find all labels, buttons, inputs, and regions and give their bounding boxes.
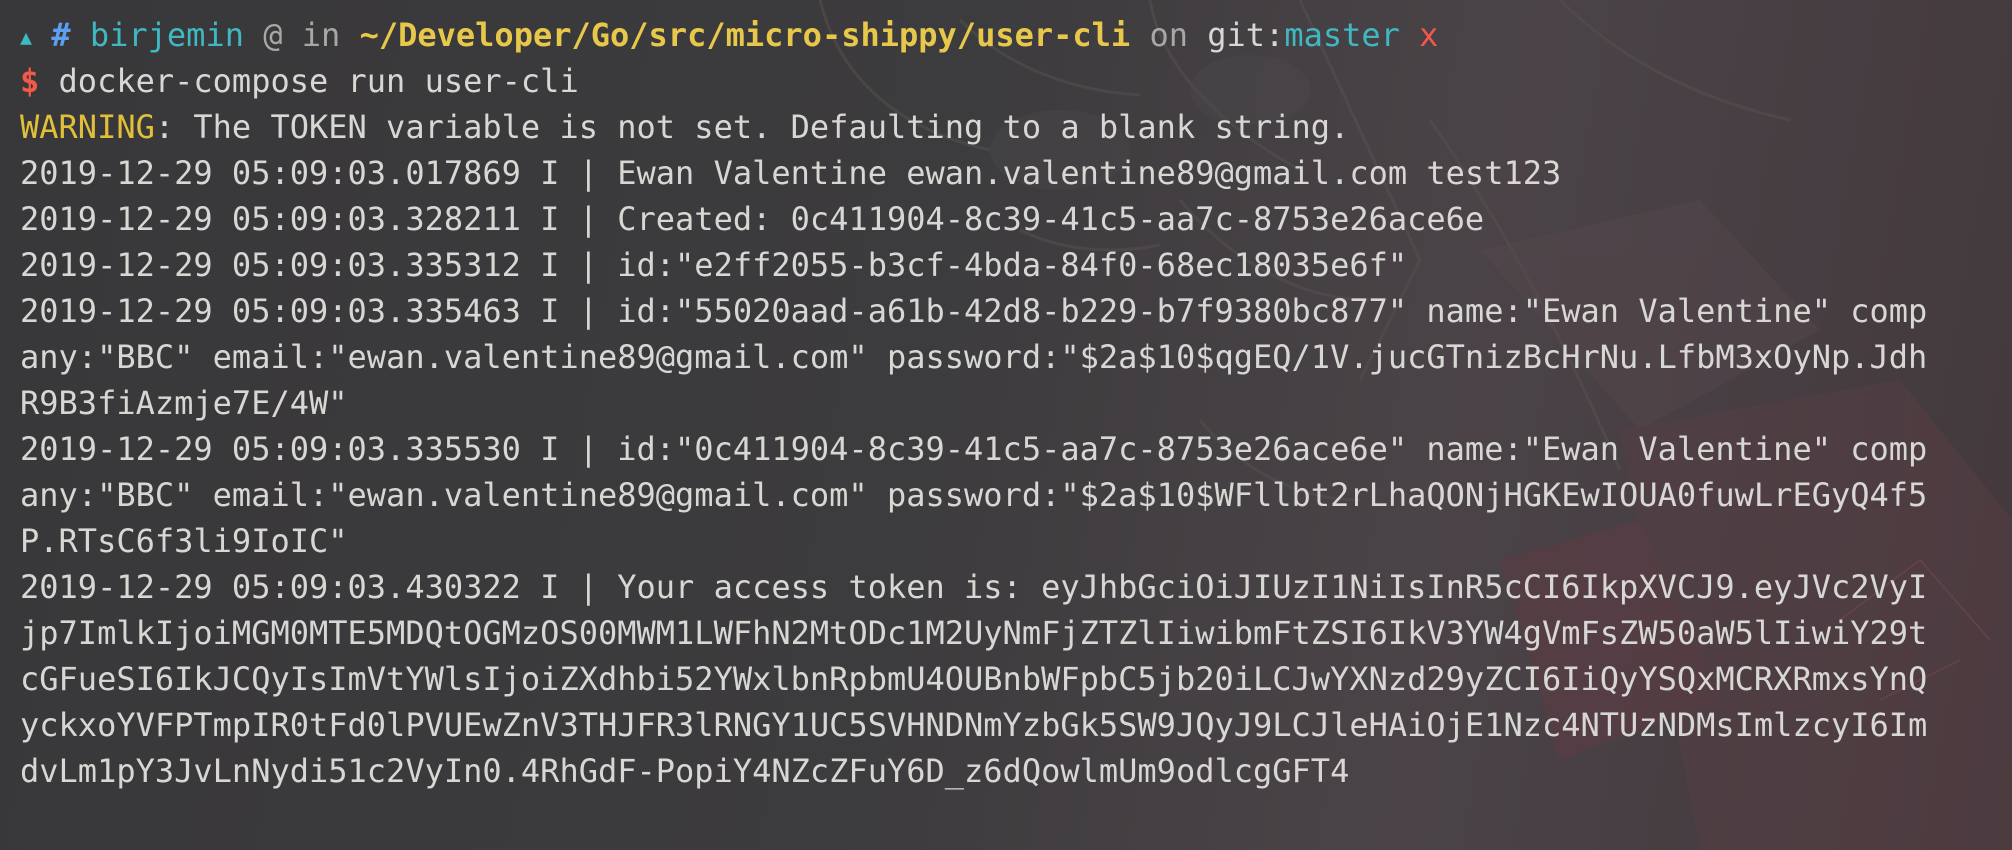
prompt-user: birjemin <box>89 16 244 54</box>
output-line: 2019-12-29 05:09:03.335463 I | id:"55020… <box>20 292 1928 330</box>
output-line: any:"BBC" email:"ewan.valentine89@gmail.… <box>20 338 1928 376</box>
warning-line: WARNING: The TOKEN variable is not set. … <box>20 104 2010 150</box>
terminal-window[interactable]: ▲ # birjemin @ in ~/Developer/Go/src/mic… <box>0 0 2012 850</box>
command-dollar: $ <box>20 62 40 100</box>
warning-message: : The TOKEN variable is not set. Default… <box>154 108 1350 146</box>
warning-label: WARNING <box>20 108 155 146</box>
output-line: 2019-12-29 05:09:03.430322 I | Your acce… <box>20 568 1928 606</box>
prompt-in: in <box>301 16 341 54</box>
prompt-git-label: git: <box>1207 16 1285 54</box>
prompt-path: ~/Developer/Go/src/micro-shippy/user-cli <box>359 16 1131 54</box>
command-line: $ docker-compose run user-cli <box>20 58 2010 104</box>
output-line: 2019-12-29 05:09:03.017869 I | Ewan Vale… <box>20 154 1562 192</box>
prompt-on: on <box>1149 16 1188 54</box>
output-line: jp7ImlkIjoiMGM0MTE5MDQtOGMzOS00MWM1LWFhN… <box>20 614 1928 652</box>
prompt-dirty-marker: x <box>1419 16 1439 54</box>
terminal-output[interactable]: ▲ # birjemin @ in ~/Developer/Go/src/mic… <box>20 12 2010 794</box>
prompt-arrow-icon: ▲ <box>20 25 33 49</box>
output-line: any:"BBC" email:"ewan.valentine89@gmail.… <box>20 476 1928 514</box>
prompt-branch: master <box>1284 16 1400 54</box>
output-line: yckxoYVFPTmpIR0tFd0lPVUEwZnV3THJFR3lRNGY… <box>20 706 1928 744</box>
prompt-line: ▲ # birjemin @ in ~/Developer/Go/src/mic… <box>20 12 2010 58</box>
output-line: 2019-12-29 05:09:03.335530 I | id:"0c411… <box>20 430 1928 468</box>
prompt-hash: # <box>51 16 71 54</box>
output-line: cGFueSI6IkJCQyIsImVtYWlsIjoiZXdhbi52YWxl… <box>20 660 1928 698</box>
command-text: docker-compose run user-cli <box>58 62 579 100</box>
output-line: P.RTsC6f3li9IoIC" <box>20 522 348 560</box>
prompt-at: @ <box>263 16 283 54</box>
output-line: 2019-12-29 05:09:03.328211 I | Created: … <box>20 200 1485 238</box>
output-line: R9B3fiAzmje7E/4W" <box>20 384 348 422</box>
output-line: dvLm1pY3JvLnNydi51c2VyIn0.4RhGdF-PopiY4N… <box>20 752 1350 790</box>
output-line: 2019-12-29 05:09:03.335312 I | id:"e2ff2… <box>20 246 1408 284</box>
